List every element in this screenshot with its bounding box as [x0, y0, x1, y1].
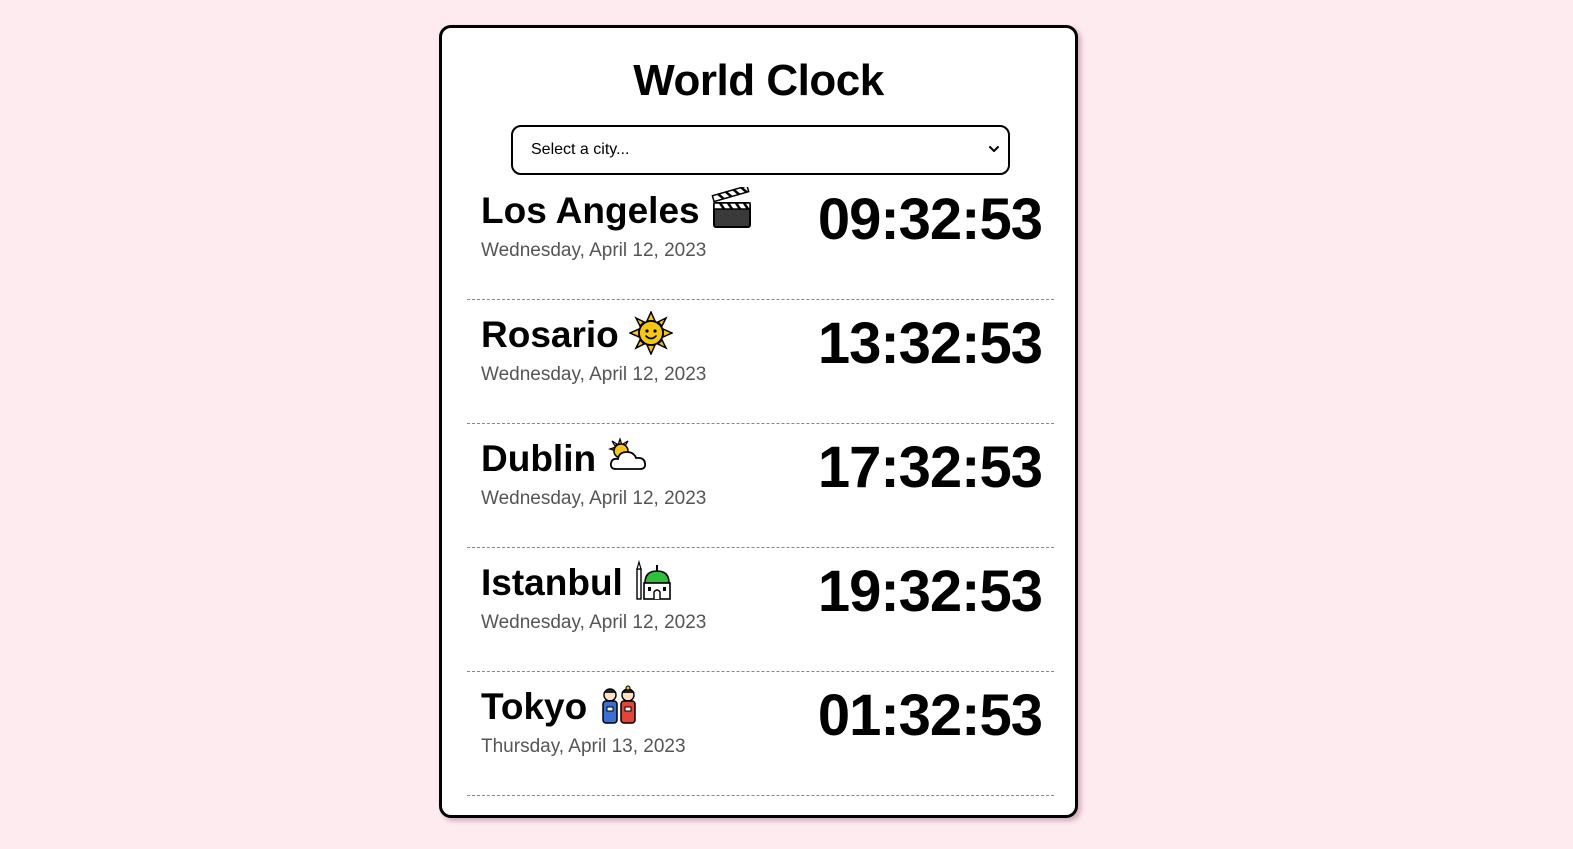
clapper-board-icon: [711, 187, 751, 229]
page-title: World Clock: [633, 56, 884, 105]
chevron-down-icon: [989, 146, 999, 152]
city-row-tokyo: Tokyo Thursday, April 13, 2023 01:32:53: [467, 672, 1054, 796]
sun-behind-cloud-icon: [608, 437, 647, 471]
city-date: Wednesday, April 12, 2023: [481, 364, 707, 385]
city-row-istanbul: Istanbul Wednesday, April 12, 2023 19:32…: [467, 548, 1054, 672]
city-time: 01:32:53: [817, 683, 1043, 748]
city-row-rosario: Rosario Wednesday, April 12, 2023 13:32:…: [467, 300, 1054, 424]
city-date: Wednesday, April 12, 2023: [481, 612, 707, 633]
city-name: Dublin: [481, 438, 597, 479]
city-time: 17:32:53: [817, 435, 1043, 500]
japanese-dolls-icon: [602, 685, 636, 724]
world-clock-card: World Clock Select a city... Los Angeles…: [439, 25, 1078, 818]
city-date: Wednesday, April 12, 2023: [481, 240, 707, 261]
city-name: Rosario: [481, 314, 619, 355]
city-select-value: Select a city...: [531, 141, 630, 158]
city-date: Thursday, April 13, 2023: [481, 736, 686, 757]
city-time: 19:32:53: [817, 559, 1043, 624]
sun-with-face-icon: [628, 311, 673, 356]
city-row-los-angeles: Los Angeles Wednesday, April 12, 2023 09…: [467, 176, 1054, 300]
city-name: Tokyo: [481, 686, 588, 727]
city-name: Los Angeles: [481, 190, 700, 231]
city-name: Istanbul: [481, 562, 623, 603]
city-row-dublin: Dublin Wednesday, April 12, 2023 17:32:5…: [467, 424, 1054, 548]
city-date: Wednesday, April 12, 2023: [481, 488, 707, 509]
mosque-icon: [636, 560, 671, 601]
city-time: 09:32:53: [817, 187, 1043, 252]
city-time: 13:32:53: [817, 311, 1043, 376]
city-select[interactable]: Select a city...: [511, 125, 1010, 175]
